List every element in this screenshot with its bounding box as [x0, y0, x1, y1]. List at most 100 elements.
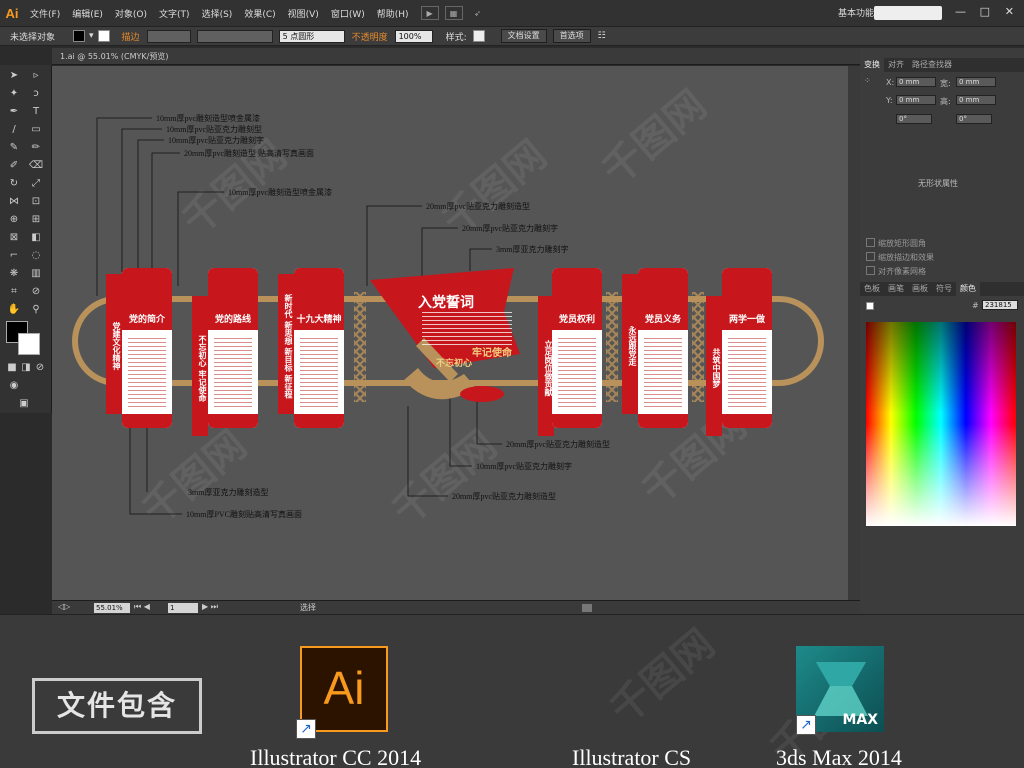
tab-color[interactable]: 颜色 — [956, 282, 980, 296]
fill-swatch[interactable] — [73, 30, 86, 42]
graphic-style-swatch[interactable] — [472, 30, 485, 42]
artboard-number-field[interactable]: 1 — [168, 603, 198, 613]
workspace-switcher[interactable]: 基本功能 — [838, 6, 874, 19]
column-graph-tool-icon[interactable]: ▥ — [28, 267, 44, 281]
direct-selection-tool-icon[interactable]: ▹ — [28, 69, 44, 83]
status-bar: ◁▷ 55.01% ⏮ ◀ 1 ▶ ⏭ 选择 — [52, 600, 860, 614]
menu-select[interactable]: 选择(S) — [196, 7, 239, 20]
eraser-tool-icon[interactable]: ⌫ — [28, 159, 44, 173]
pencil-tool-icon[interactable]: ✏ — [28, 141, 44, 155]
preferences-button[interactable]: 首选项 — [552, 29, 591, 43]
menu-view[interactable]: 视图(V) — [282, 7, 325, 20]
tab-pathfinder[interactable]: 路径查找器 — [908, 58, 956, 72]
paintbrush-tool-icon[interactable]: ✎ — [6, 141, 22, 155]
brush-definition[interactable]: 5 点圆形 — [278, 29, 345, 43]
scale-strokes-checkbox[interactable]: 缩放描边和效果 — [866, 252, 934, 263]
document-setup-button[interactable]: 文档设置 — [500, 29, 547, 43]
blob-brush-tool-icon[interactable]: ✐ — [6, 159, 22, 173]
x-label: X: — [886, 78, 895, 87]
tab-brushes[interactable]: 画笔 — [884, 282, 908, 296]
rectangle-tool-icon[interactable]: ▭ — [28, 123, 44, 137]
artboard-nav-icon[interactable]: ◁▷ — [58, 602, 70, 611]
color-spectrum[interactable] — [866, 322, 1016, 526]
magic-wand-tool-icon[interactable]: ✦ — [6, 87, 22, 101]
tab-swatches[interactable]: 色板 — [860, 282, 884, 296]
menu-effect[interactable]: 效果(C) — [238, 7, 281, 20]
tab-transform[interactable]: 变换 — [860, 58, 884, 72]
variable-width-profile[interactable] — [196, 29, 273, 43]
prev-artboard-icon[interactable]: ⏮ ◀ — [134, 602, 150, 612]
x-field[interactable]: 0 mm — [896, 77, 936, 87]
height-field[interactable]: 0 mm — [956, 95, 996, 105]
tab-artboards[interactable]: 画板 — [908, 282, 932, 296]
symbol-sprayer-tool-icon[interactable]: ❋ — [6, 267, 22, 281]
side-strip-1: 党建文化精神 — [106, 274, 122, 414]
mesh-tool-icon[interactable]: ⊠ — [6, 231, 22, 245]
artboard-canvas[interactable]: 千图网 千图网 千图网 千图网 千图网 千图网 10mm厚pvc雕刻造型喷金属漆… — [52, 66, 848, 600]
tab-symbols[interactable]: 符号 — [932, 282, 956, 296]
rotate-field[interactable]: 0° — [896, 114, 932, 124]
blend-tool-icon[interactable]: ◌ — [28, 249, 44, 263]
rotate-tool-icon[interactable]: ↻ — [6, 177, 22, 191]
pen-tool-icon[interactable]: ✒ — [6, 105, 22, 119]
reference-point-icon[interactable]: ⁘ — [864, 76, 871, 85]
y-field[interactable]: 0 mm — [896, 95, 936, 105]
perspective-grid-tool-icon[interactable]: ⊞ — [28, 213, 44, 227]
side-strip-5: 永远跟党走 — [622, 274, 638, 414]
oath-text-lines — [422, 312, 512, 346]
opacity-label[interactable]: 不透明度 — [348, 30, 392, 43]
screen-mode-icon[interactable]: ▣ — [16, 397, 32, 411]
line-tool-icon[interactable]: / — [6, 123, 22, 137]
menu-object[interactable]: 对象(O) — [109, 7, 153, 20]
stroke-label[interactable]: 描边 — [112, 30, 144, 43]
panel-title-6: 两学一做 — [728, 315, 765, 325]
file-contains-label: 文件包含 — [32, 678, 202, 734]
maximize-button[interactable]: □ — [980, 5, 990, 18]
zoom-tool-icon[interactable]: ⚲ — [28, 303, 44, 317]
menu-help[interactable]: 帮助(H) — [371, 7, 415, 20]
zoom-field[interactable]: 55.01% — [94, 603, 130, 613]
search-input[interactable] — [874, 6, 942, 20]
bridge-icon[interactable]: ▶ — [420, 6, 439, 20]
align-pixel-grid-checkbox[interactable]: 对齐像素网格 — [866, 266, 926, 277]
arrange-icon[interactable]: ☷ — [594, 31, 610, 41]
slice-tool-icon[interactable]: ⊘ — [28, 285, 44, 299]
close-button[interactable]: ✕ — [1005, 5, 1014, 18]
gradient-tool-icon[interactable]: ◧ — [28, 231, 44, 245]
hex-field[interactable]: 231815 — [982, 300, 1018, 310]
vertical-scrollbar[interactable] — [848, 66, 860, 600]
tab-align[interactable]: 对齐 — [884, 58, 908, 72]
eyedropper-tool-icon[interactable]: ⌐ — [6, 249, 22, 263]
stroke-weight-field[interactable] — [146, 29, 191, 43]
stroke-color-icon[interactable] — [18, 333, 40, 355]
lasso-tool-icon[interactable]: ↄ — [28, 87, 44, 101]
document-tab[interactable]: 1.ai @ 55.01% (CMYK/预览) — [60, 51, 168, 62]
artboard-tool-icon[interactable]: ⌗ — [6, 285, 22, 299]
chevron-down-icon[interactable]: ▾ — [87, 31, 96, 41]
width-field[interactable]: 0 mm — [956, 77, 996, 87]
draw-mode-icon[interactable]: ◉ — [6, 379, 22, 393]
next-artboard-icon[interactable]: ▶ ⏭ — [202, 602, 218, 612]
scale-corners-checkbox[interactable]: 缩放矩形圆角 — [866, 238, 926, 249]
minimize-button[interactable]: — — [955, 5, 966, 18]
opacity-field[interactable]: 100% — [394, 29, 433, 43]
menu-file[interactable]: 文件(F) — [24, 7, 66, 20]
stroke-swatch[interactable] — [97, 30, 110, 42]
hand-tool-icon[interactable]: ✋ — [6, 303, 22, 317]
menu-type[interactable]: 文字(T) — [153, 7, 196, 20]
menu-window[interactable]: 窗口(W) — [325, 7, 371, 20]
gpu-performance-icon[interactable]: ➶ — [469, 6, 487, 20]
shear-field[interactable]: 0° — [956, 114, 992, 124]
none-mode-icon[interactable]: ⊘ — [32, 361, 48, 375]
type-tool-icon[interactable]: T — [28, 105, 44, 119]
arrange-documents-icon[interactable]: ▦ — [444, 6, 463, 20]
free-transform-tool-icon[interactable]: ⊡ — [28, 195, 44, 209]
horizontal-scroll-thumb[interactable] — [582, 604, 592, 612]
scale-tool-icon[interactable]: ⤢ — [28, 177, 44, 191]
selection-tool-icon[interactable]: ➤ — [6, 69, 22, 83]
width-tool-icon[interactable]: ⋈ — [6, 195, 22, 209]
menu-edit[interactable]: 编辑(E) — [66, 7, 109, 20]
shape-builder-tool-icon[interactable]: ⊕ — [6, 213, 22, 227]
none-color-swatch[interactable] — [866, 302, 874, 310]
style-label: 样式: — [445, 32, 467, 43]
